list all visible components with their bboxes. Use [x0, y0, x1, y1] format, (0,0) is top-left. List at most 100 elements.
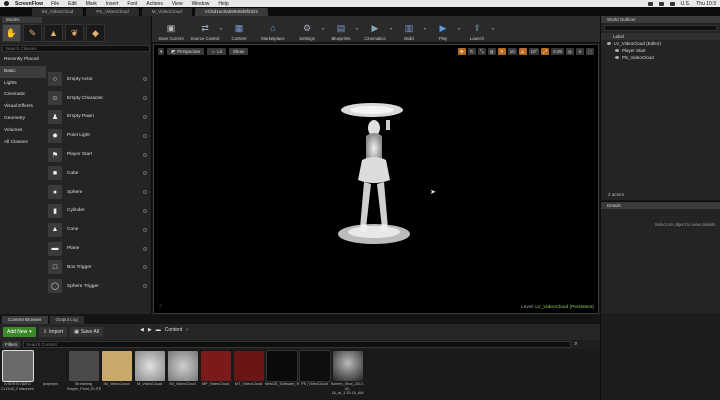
list-item[interactable]: ○ Empty Actor	[48, 70, 150, 89]
asset-tile[interactable]: MP_VideoCloud	[200, 351, 231, 400]
asset-tile[interactable]: purplepix	[35, 351, 66, 400]
visibility-icon[interactable]	[615, 56, 619, 59]
visibility-icon[interactable]	[615, 49, 619, 52]
perspective-button[interactable]: ◩ Perspective	[167, 48, 205, 55]
app-name[interactable]: ScreenFlow	[15, 1, 43, 7]
list-item[interactable]: ⚑ Player Start	[48, 145, 150, 164]
asset-tile[interactable]: IVSERS/VIDEO CLOUD_Fullscreen	[1, 350, 34, 400]
info-icon[interactable]	[143, 133, 147, 138]
list-item[interactable]: ▮ Cylinder	[48, 202, 150, 221]
geometry-mode-icon[interactable]: ◆	[86, 24, 105, 42]
menu-help[interactable]: Help	[218, 1, 228, 7]
info-icon[interactable]	[143, 114, 147, 119]
grid-snap-icon[interactable]: #	[497, 48, 506, 55]
landscape-mode-icon[interactable]: ▲	[44, 24, 63, 42]
info-icon[interactable]	[143, 246, 147, 251]
info-icon[interactable]	[143, 265, 147, 270]
scale-snap-value[interactable]: 0.25	[551, 48, 564, 55]
info-icon[interactable]	[143, 190, 147, 195]
info-icon[interactable]	[143, 152, 147, 157]
world-outliner-tab[interactable]: World Outliner	[601, 16, 720, 23]
list-item[interactable]: ■ Cube	[48, 164, 150, 183]
info-icon[interactable]	[143, 227, 147, 232]
details-tab[interactable]: Details	[601, 202, 720, 209]
cinematics-button[interactable]: ▶ Cinematics ▾	[358, 16, 392, 43]
list-item[interactable]: ● Sphere	[48, 183, 150, 202]
category-volumes[interactable]: Volumes	[0, 125, 46, 137]
category-geometry[interactable]: Geometry	[0, 113, 46, 125]
back-icon[interactable]: ◀	[140, 327, 144, 333]
grid-snap-value[interactable]: 10	[507, 48, 517, 55]
menu-mark[interactable]: Mark	[86, 1, 97, 7]
menu-insert[interactable]: Insert	[106, 1, 119, 7]
rotation-snap-value[interactable]: 10°	[528, 48, 540, 55]
outliner-row[interactable]: LV_VideoCloud (Editor)	[601, 40, 720, 47]
menu-edit[interactable]: Edit	[68, 1, 77, 7]
build-button[interactable]: ▥ Build ▾	[392, 16, 426, 43]
breadcrumb-content[interactable]: Content	[165, 327, 183, 333]
tab-ps-videocloud[interactable]: PS_VideoCloud	[86, 8, 139, 16]
menu-window[interactable]: Window	[192, 1, 210, 7]
wifi-icon[interactable]	[658, 1, 664, 6]
outliner-search-input[interactable]	[604, 25, 717, 31]
asset-tile[interactable]: M_VideoCloud	[134, 351, 165, 400]
apple-icon[interactable]	[4, 1, 9, 6]
info-icon[interactable]	[143, 96, 147, 101]
translate-tool-icon[interactable]: ✥	[457, 48, 466, 55]
save-current-button[interactable]: ▣ Save Current	[154, 16, 188, 43]
camera-speed-value[interactable]: 4	[575, 48, 584, 55]
scale-tool-icon[interactable]: ⤡	[477, 48, 486, 55]
settings-button[interactable]: ⚙ Settings ▾	[290, 16, 324, 43]
tab-content-browser[interactable]: Content Browser	[2, 316, 48, 324]
status-icon[interactable]	[647, 1, 653, 6]
outliner-row[interactable]: Player Start	[601, 47, 720, 54]
outliner-label-column[interactable]: Label	[601, 33, 720, 40]
category-all-classes[interactable]: All Classes	[0, 137, 46, 149]
asset-tile[interactable]: IM_VideoCloud	[101, 351, 132, 400]
camera-speed-icon[interactable]: ◎	[565, 48, 574, 55]
list-item[interactable]: ♟ Empty Pawn	[48, 108, 150, 127]
tab-level[interactable]: VC5d1ec0ab9840d9f2021	[194, 8, 269, 16]
launch-button[interactable]: ⇪ Launch ▾	[460, 16, 494, 43]
visibility-icon[interactable]	[607, 42, 611, 45]
show-button[interactable]: Show	[229, 48, 248, 55]
category-basic[interactable]: Basic	[0, 65, 46, 78]
place-mode-icon[interactable]: ✋	[2, 24, 21, 42]
viewport-options-button[interactable]: ▾	[158, 48, 165, 55]
list-item[interactable]: ✹ Point Light	[48, 126, 150, 145]
menu-actions[interactable]: Actions	[146, 1, 162, 7]
tab-im-videocloud[interactable]: IM_VideoCloud	[32, 8, 84, 16]
battery-icon[interactable]	[669, 1, 675, 6]
asset-tile[interactable]: Screen_Shot_2017-02-16_at_1.15.18_AM	[331, 351, 364, 400]
source-control-button[interactable]: ⇄ Source Control ▾	[188, 16, 222, 43]
tab-output-log[interactable]: Output Log	[49, 316, 84, 324]
lit-button[interactable]: ☼ Lit	[207, 48, 226, 55]
content-button[interactable]: ▦ Content	[222, 16, 256, 43]
search-classes-input[interactable]: Search Classes	[2, 45, 150, 52]
chevron-down-icon[interactable]: ▾	[492, 26, 494, 31]
foliage-mode-icon[interactable]: ❦	[65, 24, 84, 42]
list-item[interactable]: ☺ Empty Character	[48, 89, 150, 108]
tab-m-videocloud[interactable]: M_VideoCloud	[141, 8, 192, 16]
info-icon[interactable]	[143, 77, 147, 82]
clock[interactable]: Thu 10:3	[696, 1, 716, 7]
info-icon[interactable]	[143, 171, 147, 176]
menu-view[interactable]: View	[172, 1, 183, 7]
filters-button[interactable]: Filters	[2, 341, 21, 348]
scale-snap-icon[interactable]: ⤢	[541, 48, 550, 55]
list-item[interactable]: ▲ Cone	[48, 220, 150, 239]
list-item[interactable]: □ Box Trigger	[48, 258, 150, 277]
blueprints-button[interactable]: ▤ Blueprints ▾	[324, 16, 358, 43]
rotation-snap-icon[interactable]: ∠	[518, 48, 527, 55]
search-icon[interactable]: ⌕	[574, 341, 577, 348]
rotate-tool-icon[interactable]: ↻	[467, 48, 476, 55]
search-content-input[interactable]: Search Content	[23, 341, 572, 348]
menu-file[interactable]: File	[51, 1, 59, 7]
outliner-row[interactable]: PS_VideoCloud	[601, 54, 720, 61]
folder-icon[interactable]: ▬	[156, 327, 161, 333]
category-cinematic[interactable]: Cinematic	[0, 89, 46, 101]
info-icon[interactable]	[143, 284, 147, 289]
modes-tab[interactable]: Modes	[2, 17, 42, 23]
asset-tile[interactable]: MI_VideoCloud	[167, 351, 198, 400]
asset-tile[interactable]: PS_VideoCloud	[298, 350, 331, 400]
